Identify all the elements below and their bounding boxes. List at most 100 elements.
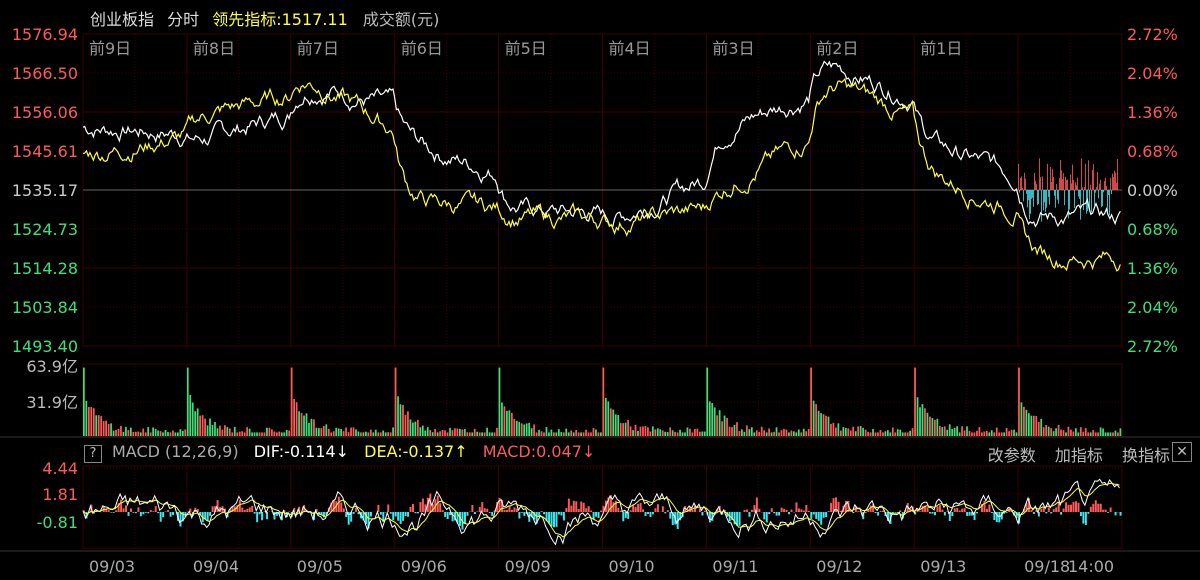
volume-bar — [968, 431, 971, 436]
volume-bar — [619, 423, 622, 436]
volume-bar — [1087, 432, 1090, 436]
volume-bar — [889, 432, 892, 436]
volume-bar — [102, 421, 105, 436]
macd-bar — [597, 512, 600, 518]
macd-bar — [543, 512, 546, 515]
macd-bar — [1065, 502, 1068, 512]
volume-bar — [1045, 424, 1048, 436]
volume-bar — [802, 428, 805, 436]
volume-bar — [508, 410, 511, 436]
volume-bar — [177, 432, 179, 436]
volume-bar — [263, 432, 266, 436]
volume-bar — [592, 428, 595, 436]
volume-bar — [899, 429, 902, 436]
volume-bar — [429, 429, 432, 436]
volume-bar — [553, 432, 555, 436]
macd-bar — [775, 512, 778, 516]
volume-bar — [471, 432, 474, 436]
volume-bar — [745, 425, 748, 436]
volume-bar — [164, 430, 167, 436]
volume-bar — [971, 432, 973, 436]
volume-bar — [169, 432, 172, 436]
volume-bar — [600, 432, 602, 436]
y-right-label: 1.36% — [1127, 259, 1178, 278]
macd-bar — [397, 512, 400, 521]
volume-bar — [157, 430, 159, 436]
close-icon[interactable]: ✕ — [1172, 442, 1192, 462]
macd-bar — [572, 500, 575, 512]
volume-bar — [827, 416, 830, 436]
volume-unit: 成交额(元) — [362, 10, 440, 29]
macd-bar — [243, 509, 246, 512]
volume-bar — [369, 429, 372, 436]
volume-bar — [1030, 415, 1033, 436]
volume-bar — [221, 429, 224, 436]
volume-bar — [696, 428, 699, 436]
volume-bar — [1102, 428, 1104, 436]
volume-bar — [379, 432, 382, 436]
macd-bar — [1084, 512, 1087, 525]
index-name[interactable]: 创业板指 — [90, 10, 154, 29]
macd-bar — [132, 512, 135, 513]
macd-bar — [654, 508, 657, 512]
volume-bar — [980, 432, 983, 436]
help-button[interactable]: ? — [84, 445, 102, 463]
macd-bar — [394, 512, 397, 517]
volume-bar — [137, 431, 140, 436]
volume-bar — [590, 432, 592, 436]
switch-indicator-button[interactable]: 换指标 — [1122, 446, 1170, 465]
add-indicator-button[interactable]: 加指标 — [1055, 446, 1103, 465]
volume-bar — [518, 421, 521, 436]
macd-bar — [874, 512, 877, 514]
intraday-bar — [1056, 184, 1057, 190]
macd-bar — [194, 507, 197, 512]
intraday-bar — [1038, 190, 1039, 204]
macd-bar — [758, 508, 761, 512]
macd-bar — [1099, 503, 1102, 512]
volume-bar — [483, 432, 486, 436]
volume-bar — [327, 428, 330, 436]
macd-bar — [830, 503, 833, 512]
volume-bar — [778, 432, 780, 436]
volume-bar — [644, 426, 647, 436]
volume-bar — [792, 431, 795, 436]
volume-bar — [1042, 427, 1045, 436]
mode-label[interactable]: 分时 — [167, 10, 199, 29]
volume-bar — [402, 404, 404, 436]
volume-bar — [664, 431, 667, 436]
volume-bar — [196, 408, 199, 436]
volume-bar — [1074, 428, 1077, 436]
macd-bar — [1094, 500, 1097, 512]
volume-bar — [998, 432, 1001, 436]
volume-bar — [557, 429, 560, 436]
volume-bar — [1107, 432, 1109, 436]
volume-bar — [973, 432, 976, 436]
volume-bar — [731, 427, 733, 436]
volume-bar — [837, 423, 840, 436]
volume-bar — [909, 430, 911, 436]
edit-params-button[interactable]: 改参数 — [988, 446, 1036, 465]
volume-bar — [419, 427, 422, 436]
day-label: 前8日 — [193, 39, 235, 58]
macd-bar — [369, 512, 372, 517]
macd-bar — [352, 512, 355, 514]
volume-bar — [543, 432, 545, 436]
volume-bar — [127, 430, 130, 436]
macd-bar — [661, 506, 664, 512]
macd-bar — [929, 512, 932, 514]
macd-bar — [337, 496, 340, 512]
macd-name[interactable]: MACD (12,26,9) — [112, 442, 239, 461]
x-tick-label: 14:00 — [1068, 557, 1114, 576]
volume-bar — [298, 411, 300, 436]
intraday-bar — [1101, 190, 1102, 208]
intraday-bar — [1072, 164, 1073, 190]
macd-bar — [167, 509, 170, 512]
volume-bar — [416, 419, 419, 436]
volume-bar — [582, 432, 585, 436]
volume-bar — [565, 428, 568, 436]
chart-header: 创业板指 分时 领先指标:1517.11 成交额(元) — [90, 6, 447, 30]
volume-bar — [555, 432, 558, 436]
volume-bar — [224, 425, 226, 436]
volume-bar — [795, 432, 798, 436]
volume-bar — [498, 367, 501, 436]
